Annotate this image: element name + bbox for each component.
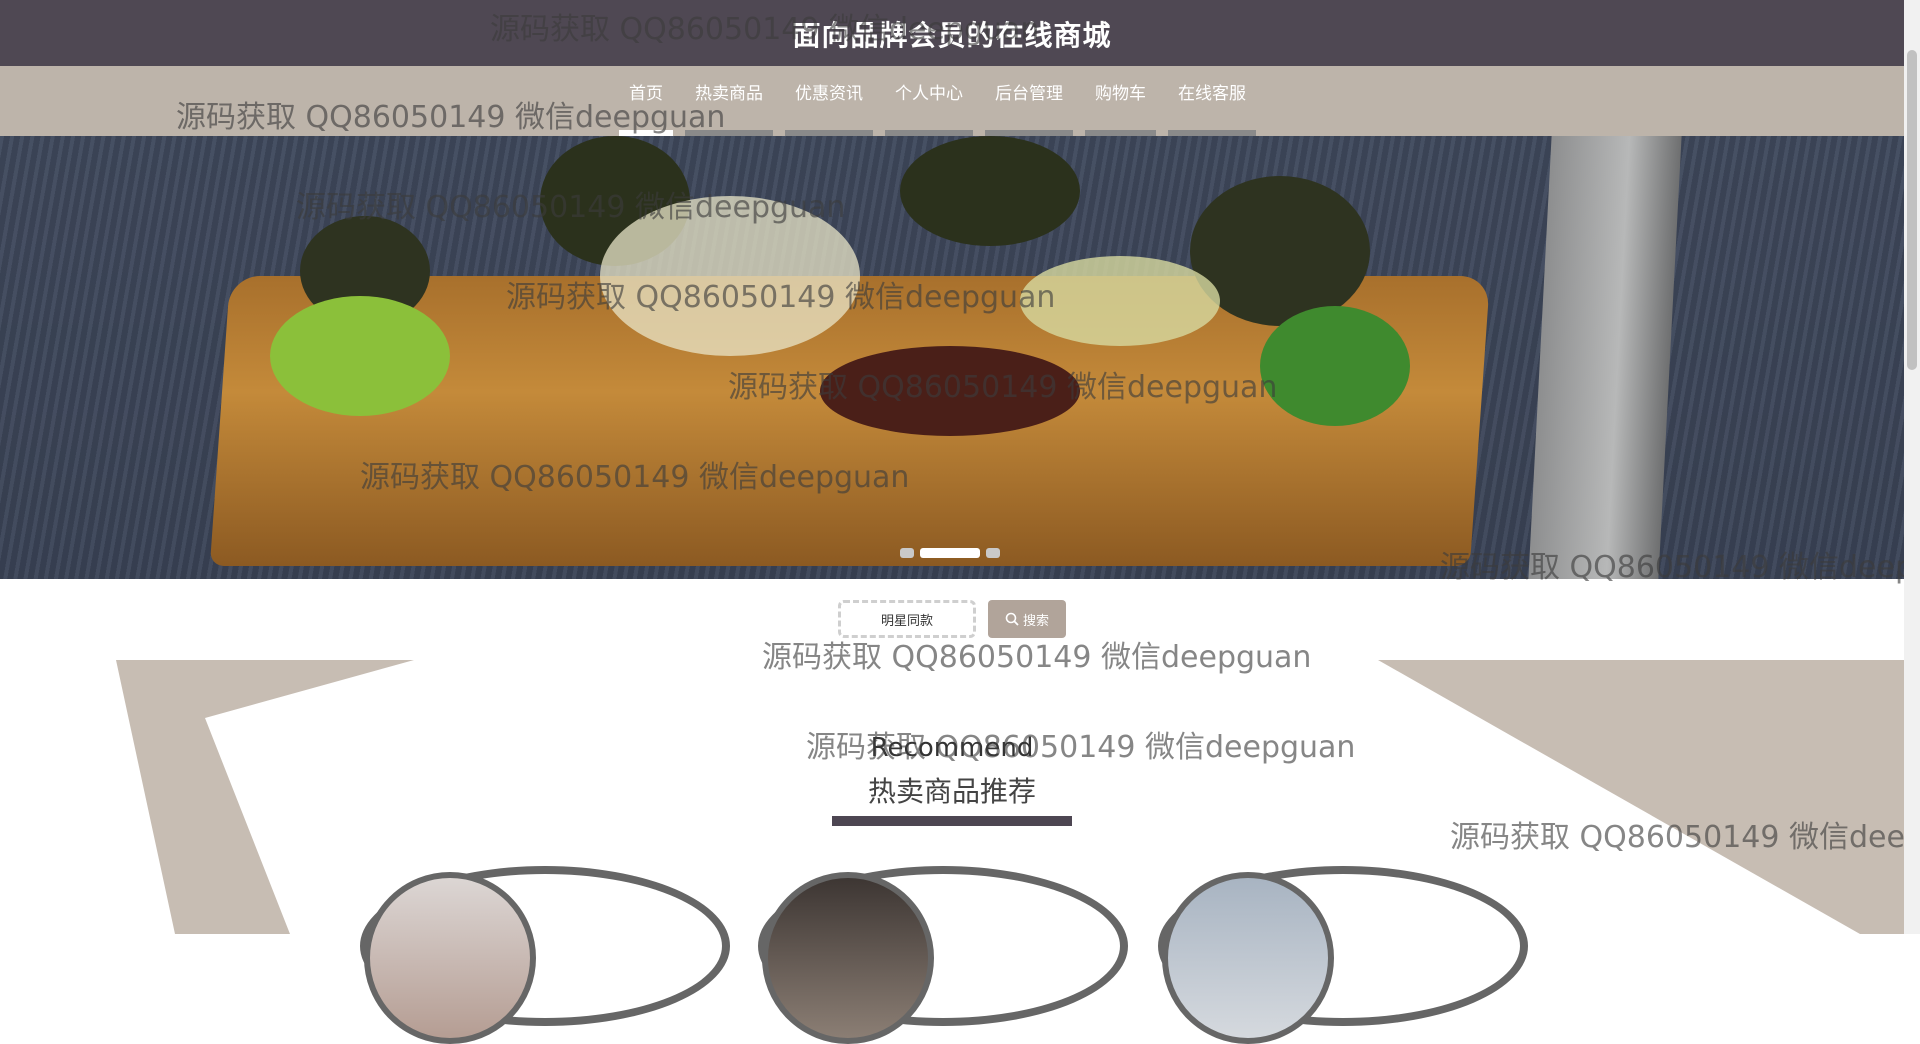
product-image[interactable] [762, 872, 934, 1044]
nav-item-label: 个人中心 [895, 84, 963, 104]
nav-item[interactable]: 购物车 [1079, 66, 1162, 136]
nav-item-label: 后台管理 [995, 84, 1063, 104]
nav-item[interactable]: 首页 [613, 66, 679, 136]
product-image[interactable] [1162, 872, 1334, 1044]
nav-item[interactable]: 后台管理 [979, 66, 1079, 136]
carousel-dot[interactable] [900, 548, 914, 558]
search-button[interactable]: 搜索 [988, 600, 1066, 638]
site-header: 面向品牌会员的在线商城 [0, 0, 1904, 66]
nav-item[interactable]: 优惠资讯 [779, 66, 879, 136]
nav-item[interactable]: 热卖商品 [679, 66, 779, 136]
nav-item-label: 热卖商品 [695, 84, 763, 104]
section-underline [832, 816, 1072, 826]
scrollbar-thumb[interactable] [1907, 50, 1917, 370]
food-garnish [1020, 256, 1220, 346]
nav-item-label: 购物车 [1095, 84, 1146, 104]
section-title-en: Recommend [870, 733, 1034, 763]
nav-item[interactable]: 个人中心 [879, 66, 979, 136]
product-image[interactable] [364, 872, 536, 1044]
search-button-label: 搜索 [1022, 613, 1049, 629]
product-card[interactable] [758, 866, 1128, 1044]
hero-carousel[interactable] [0, 136, 1904, 579]
food-garnish [900, 136, 1080, 246]
site-title: 面向品牌会员的在线商城 [792, 19, 1112, 52]
page-scrollbar[interactable] [1904, 0, 1920, 934]
nav-item-label: 在线客服 [1178, 84, 1246, 104]
banner-knife-image [1528, 136, 1682, 579]
search-icon [1005, 612, 1019, 626]
product-card[interactable] [360, 866, 730, 1044]
nav-item-label: 优惠资讯 [795, 84, 863, 104]
carousel-dot[interactable] [920, 548, 980, 558]
search-input[interactable] [838, 600, 976, 638]
food-garnish [270, 296, 450, 416]
food-garnish [1260, 306, 1410, 426]
carousel-dot[interactable] [986, 548, 1000, 558]
nav-items: 首页 热卖商品 优惠资讯 个人中心 后台管理 购物车 在线客服 [613, 66, 1262, 136]
food-garnish [600, 196, 860, 356]
search-bar: 搜索 [838, 600, 1066, 638]
section-title-cn: 热卖商品推荐 [867, 775, 1036, 808]
nav-item-label: 首页 [629, 84, 663, 104]
food-garnish [820, 346, 1080, 436]
carousel-dots [900, 548, 1000, 558]
main-nav: 首页 热卖商品 优惠资讯 个人中心 后台管理 购物车 在线客服 [0, 66, 1904, 136]
product-card[interactable] [1158, 866, 1528, 1044]
nav-item[interactable]: 在线客服 [1162, 66, 1262, 136]
